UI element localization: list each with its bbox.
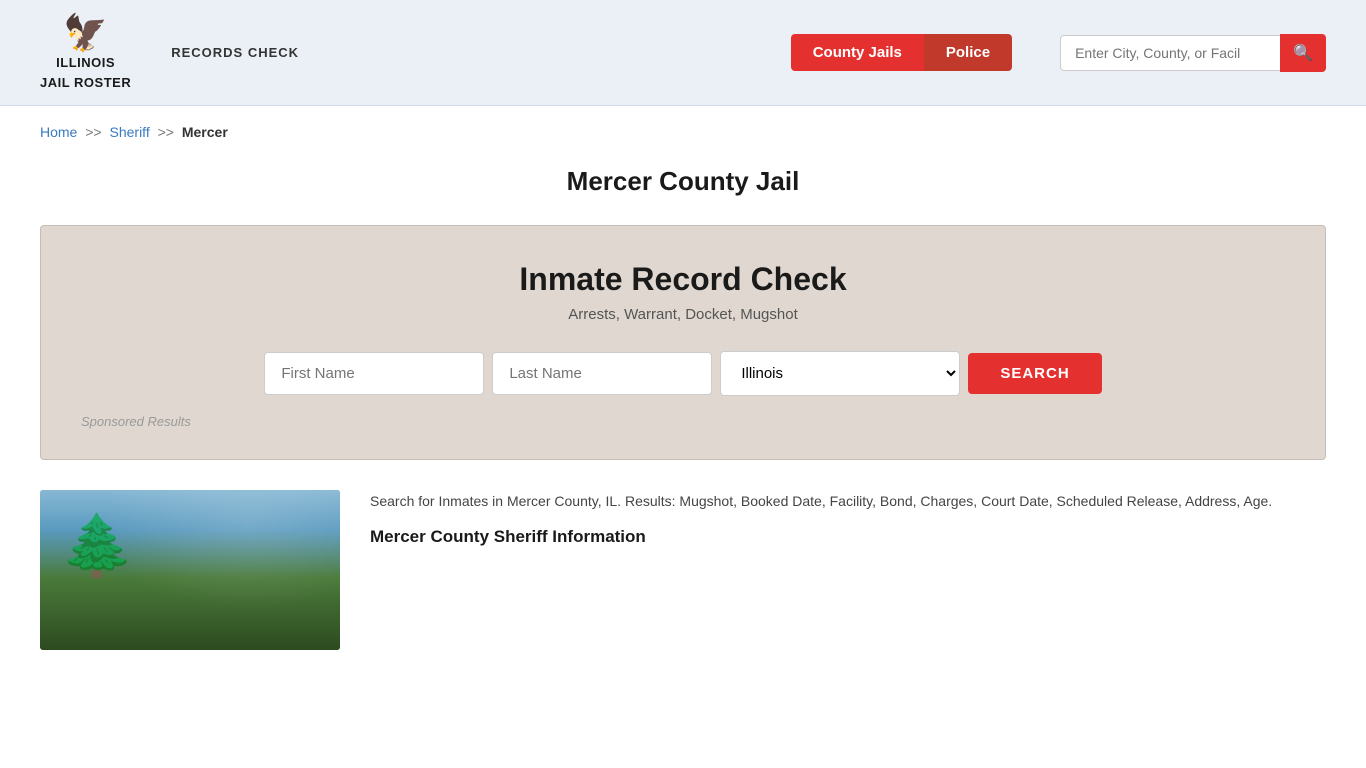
breadcrumb-home[interactable]: Home: [40, 124, 77, 140]
breadcrumb: Home >> Sheriff >> Mercer: [0, 106, 1366, 148]
state-select[interactable]: AlabamaAlaskaArizonaArkansasCaliforniaCo…: [720, 351, 960, 396]
breadcrumb-current: Mercer: [182, 124, 228, 140]
breadcrumb-sep2: >>: [158, 124, 174, 140]
police-button[interactable]: Police: [924, 34, 1012, 71]
search-icon: 🔍: [1293, 43, 1313, 63]
breadcrumb-sheriff[interactable]: Sheriff: [110, 124, 150, 140]
sponsored-results-label: Sponsored Results: [81, 414, 1285, 429]
facility-image: [40, 490, 340, 650]
bottom-section: Search for Inmates in Mercer County, IL.…: [40, 490, 1326, 680]
logo-text: ILLINOIS: [56, 55, 115, 71]
inmate-search-subtitle: Arrests, Warrant, Docket, Mugshot: [81, 306, 1285, 323]
main-nav: County Jails Police: [791, 34, 1012, 71]
last-name-input[interactable]: [492, 352, 712, 395]
header-search-bar: 🔍: [1060, 34, 1326, 72]
inmate-search-title: Inmate Record Check: [81, 261, 1285, 298]
inmate-search-button[interactable]: SEARCH: [968, 353, 1101, 394]
site-logo[interactable]: 🦅 ILLINOIS JAIL ROSTER: [40, 15, 131, 90]
bottom-text: Search for Inmates in Mercer County, IL.…: [370, 490, 1326, 650]
county-jails-button[interactable]: County Jails: [791, 34, 924, 71]
logo-text-line2: JAIL ROSTER: [40, 75, 131, 91]
breadcrumb-sep1: >>: [85, 124, 101, 140]
page-title: Mercer County Jail: [0, 166, 1366, 197]
sheriff-info-heading: Mercer County Sheriff Information: [370, 527, 1326, 547]
header-search-button[interactable]: 🔍: [1280, 34, 1326, 72]
first-name-input[interactable]: [264, 352, 484, 395]
facility-description: Search for Inmates in Mercer County, IL.…: [370, 490, 1326, 512]
header-search-input[interactable]: [1060, 35, 1280, 71]
inmate-search-box: Inmate Record Check Arrests, Warrant, Do…: [40, 225, 1326, 460]
site-header: 🦅 ILLINOIS JAIL ROSTER RECORDS CHECK Cou…: [0, 0, 1366, 106]
records-check-link[interactable]: RECORDS CHECK: [171, 45, 299, 60]
search-fields: AlabamaAlaskaArizonaArkansasCaliforniaCo…: [81, 351, 1285, 396]
illinois-flag-icon: 🦅: [63, 15, 108, 51]
